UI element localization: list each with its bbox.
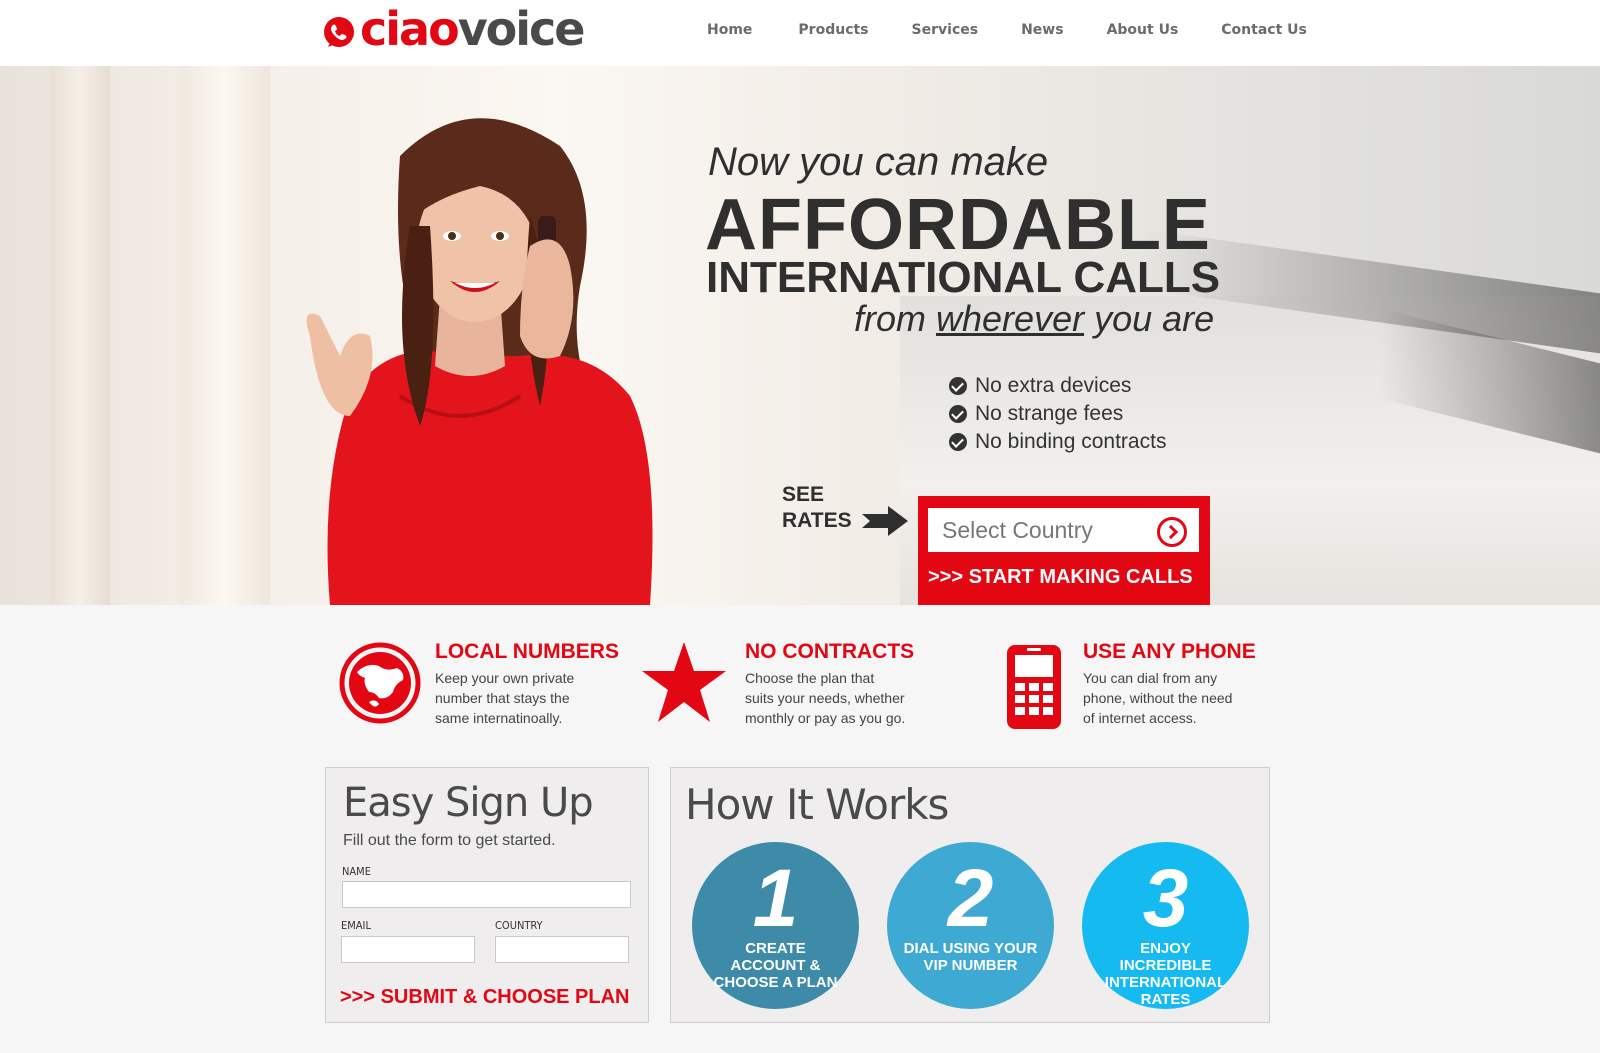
nav-services[interactable]: Services <box>912 22 979 38</box>
feature-title: USE ANY PHONE <box>1083 640 1256 663</box>
tagline-emphasis: wherever <box>936 298 1085 339</box>
how-it-works-title: How It Works <box>685 780 949 829</box>
hero-headline-sub: INTERNATIONAL CALLS <box>706 253 1221 302</box>
hero-bg-pillar <box>180 66 270 605</box>
benefit-label: No strange fees <box>975 402 1124 425</box>
see-rates-label: SEE RATES <box>782 482 852 534</box>
step-number: 2 <box>947 853 994 944</box>
step-caption: CREATE ACCOUNT & CHOOSE A PLAN <box>713 940 838 991</box>
star-icon <box>642 642 726 722</box>
how-it-works-panel: How It Works 1 CREATE ACCOUNT & CHOOSE A… <box>670 767 1270 1023</box>
feature-line: number that stays the <box>435 690 570 706</box>
nav-products[interactable]: Products <box>798 22 868 38</box>
site-header: ciao voice Home Products Services News A… <box>0 0 1600 66</box>
checkmark-icon <box>949 433 967 451</box>
step-1: 1 CREATE ACCOUNT & CHOOSE A PLAN <box>692 842 859 1009</box>
phone-bubble-icon <box>324 17 354 47</box>
see-rates-line: SEE <box>782 483 825 506</box>
nav-contact-us[interactable]: Contact Us <box>1221 22 1307 38</box>
step-2: 2 DIAL USING YOUR VIP NUMBER <box>887 842 1054 1009</box>
feature-title: LOCAL NUMBERS <box>435 640 619 663</box>
nav-about-us[interactable]: About Us <box>1107 22 1179 38</box>
arrow-right-icon <box>862 506 908 536</box>
signup-panel: Easy Sign Up Fill out the form to get st… <box>325 767 649 1023</box>
feature-line: phone, without the need <box>1083 690 1233 706</box>
hero-tagline: from wherever you are <box>854 298 1214 340</box>
country-label: COUNTRY <box>495 919 543 932</box>
globe-icon <box>339 642 421 724</box>
feature-line: suits your needs, whether <box>745 690 905 706</box>
submit-choose-plan-button[interactable]: >>> SUBMIT & CHOOSE PLAN <box>340 986 630 1009</box>
logo-ciao: ciao <box>360 2 460 56</box>
main-nav: Home Products Services News About Us Con… <box>707 22 1307 38</box>
feature-no-contracts: NO CONTRACTS Choose the plan that suits … <box>745 640 914 728</box>
name-label: NAME <box>342 865 371 878</box>
hero-bg-pillar <box>50 66 110 605</box>
tagline-post: you are <box>1084 298 1215 339</box>
feature-line: monthly or pay as you go. <box>745 710 906 726</box>
see-rates-line: RATES <box>782 509 852 532</box>
feature-use-any-phone: USE ANY PHONE You can dial from any phon… <box>1083 640 1256 728</box>
step-caption: DIAL USING YOUR VIP NUMBER <box>903 940 1038 974</box>
country-select[interactable]: Select Country <box>928 508 1199 552</box>
signup-subtitle: Fill out the form to get started. <box>343 832 556 849</box>
feature-line: Keep your own private <box>435 670 575 686</box>
hero-banner: Now you can make AFFORDABLE INTERNATIONA… <box>0 66 1600 605</box>
step-3: 3 ENJOY INCREDIBLE INTERNATIONAL RATES <box>1082 842 1249 1009</box>
country-field[interactable] <box>495 936 629 963</box>
name-field[interactable] <box>342 881 631 908</box>
email-field[interactable] <box>341 936 475 963</box>
logo-voice: voice <box>457 2 586 56</box>
step-number: 3 <box>1142 853 1189 944</box>
signup-title: Easy Sign Up <box>343 780 594 826</box>
benefit-item: No extra devices <box>949 372 1166 400</box>
feature-line: You can dial from any <box>1083 670 1218 686</box>
benefit-item: No strange fees <box>949 400 1166 428</box>
benefit-list: No extra devices No strange fees No bind… <box>949 372 1166 456</box>
feature-title: NO CONTRACTS <box>745 640 915 663</box>
start-making-calls-button[interactable]: >>> START MAKING CALLS <box>928 566 1193 589</box>
step-number: 1 <box>752 853 799 944</box>
feature-line: Choose the plan that <box>745 670 875 686</box>
nav-home[interactable]: Home <box>707 22 752 38</box>
logo[interactable]: ciao voice <box>322 2 586 56</box>
email-label: EMAIL <box>341 919 371 932</box>
nav-news[interactable]: News <box>1021 22 1063 38</box>
benefit-label: No binding contracts <box>975 430 1167 453</box>
step-caption: ENJOY INCREDIBLE INTERNATIONAL RATES <box>1104 940 1227 1008</box>
tagline-pre: from <box>854 298 937 339</box>
woman-on-phone-photo <box>306 118 653 605</box>
benefit-label: No extra devices <box>975 374 1132 397</box>
benefit-item: No binding contracts <box>949 428 1166 456</box>
country-select-placeholder: Select Country <box>942 516 1093 543</box>
go-arrow-icon[interactable] <box>1157 517 1187 547</box>
checkmark-icon <box>949 377 967 395</box>
checkmark-icon <box>949 405 967 423</box>
feature-local-numbers: LOCAL NUMBERS Keep your own private numb… <box>435 640 619 728</box>
hero-headline-intro: Now you can make <box>708 140 1049 184</box>
feature-line: same internatinoally. <box>435 710 563 726</box>
feature-line: of internet access. <box>1083 710 1197 726</box>
phone-icon <box>1007 645 1061 729</box>
rates-box: Select Country >>> START MAKING CALLS <box>918 496 1210 605</box>
